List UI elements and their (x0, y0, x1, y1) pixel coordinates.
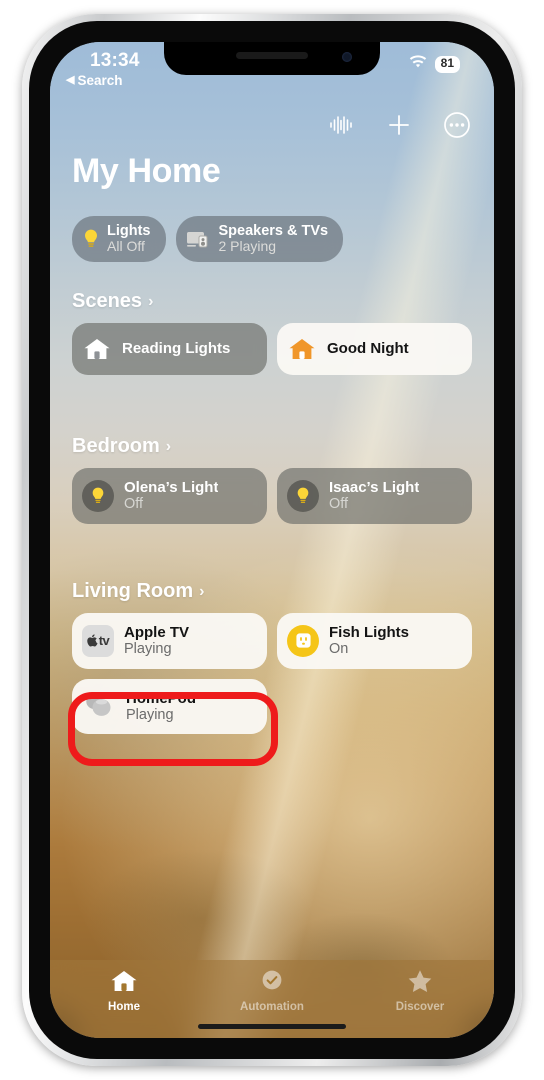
scene-reading-lights-title: Reading Lights (122, 340, 231, 358)
section-bedroom: Bedroom › Olena’s Light Off Isaac’s Ligh… (72, 435, 472, 524)
accessory-olenas-light-title: Olena’s Light (124, 479, 219, 496)
accessory-isaacs-light[interactable]: Isaac’s Light Off (277, 468, 472, 524)
section-header-bedroom[interactable]: Bedroom › (72, 435, 472, 458)
apple-tv-wordmark: tv (98, 633, 110, 649)
front-camera (342, 52, 352, 62)
house-icon (82, 336, 112, 362)
card-row-living-room-2: HomePod Playing (72, 678, 472, 735)
tab-discover-label: Discover (395, 1001, 445, 1013)
accessory-apple-tv-status: Playing (124, 641, 172, 658)
chevron-right-icon: › (199, 582, 205, 600)
section-living-room: Living Room › tv Apple TV Playing Fish L… (72, 580, 472, 735)
accessory-isaacs-light-title: Isaac’s Light (329, 479, 420, 496)
tab-automation[interactable]: Automation (198, 968, 346, 1013)
scene-good-night-title: Good Night (327, 340, 409, 358)
section-header-living-room[interactable]: Living Room › (72, 580, 472, 603)
section-title-bedroom: Bedroom (72, 435, 160, 457)
accessory-isaacs-light-status: Off (329, 496, 349, 513)
accessory-fish-lights[interactable]: Fish Lights On (277, 613, 472, 669)
apple-tv-icon: tv (82, 624, 114, 657)
status-pill-row: Lights All Off Speakers & TVs 2 Playing (72, 216, 344, 262)
plus-icon[interactable] (384, 110, 414, 140)
status-pill-lights-title: Lights (107, 223, 151, 239)
outlet-icon (287, 624, 319, 657)
card-row-scenes: Reading Lights Good Night (72, 323, 472, 375)
status-pill-lights-subtitle: All Off (107, 238, 145, 255)
lightbulb-icon (82, 228, 100, 250)
lightbulb-icon (287, 479, 319, 512)
home-indicator[interactable] (198, 1024, 346, 1029)
accessory-apple-tv[interactable]: tv Apple TV Playing (72, 613, 267, 669)
tab-automation-label: Automation (240, 1001, 304, 1013)
accessory-olenas-light[interactable]: Olena’s Light Off (72, 468, 267, 524)
card-row-living-room-1: tv Apple TV Playing Fish Lights On (72, 613, 472, 669)
status-pill-speakers-tvs[interactable]: Speakers & TVs 2 Playing (175, 216, 344, 262)
home-content: My Home Lights All Off Speakers & TVs 2 … (50, 42, 494, 1038)
tab-home[interactable]: Home (50, 968, 198, 1013)
waveform-icon[interactable] (326, 110, 356, 140)
speakers-tv-icon (186, 228, 212, 250)
status-indicators: 81 (409, 55, 460, 74)
battery-indicator: 81 (434, 56, 460, 73)
scene-good-night[interactable]: Good Night (277, 323, 472, 375)
section-title-scenes: Scenes (72, 290, 143, 312)
accessory-homepod[interactable]: HomePod Playing (72, 678, 267, 735)
tab-home-label: Home (108, 1001, 140, 1013)
card-row-bedroom: Olena’s Light Off Isaac’s Light Off (72, 468, 472, 524)
tab-discover[interactable]: Discover (346, 968, 494, 1013)
notch (164, 42, 380, 75)
accessory-homepod-status: Playing (126, 706, 174, 723)
status-time: 13:34 (90, 50, 140, 71)
section-scenes: Scenes › Reading Lights Good Night (72, 290, 472, 375)
status-pill-lights[interactable]: Lights All Off (72, 216, 166, 262)
house-icon (109, 968, 139, 999)
accessory-fish-lights-title: Fish Lights (329, 624, 409, 641)
house-icon (287, 336, 317, 362)
toolbar (326, 110, 472, 140)
clock-check-icon (258, 968, 286, 999)
homepod-icon (82, 692, 116, 720)
phone-frame: 13:34 ◀ Search 81 My Home Lights All Off… (22, 14, 522, 1066)
accessory-olenas-light-status: Off (124, 496, 144, 513)
back-to-search-label: Search (77, 73, 123, 88)
status-pill-speakers-subtitle: 2 Playing (218, 238, 277, 255)
scene-reading-lights[interactable]: Reading Lights (72, 323, 267, 375)
back-chevron-icon: ◀ (66, 74, 75, 86)
section-title-living-room: Living Room (72, 580, 194, 602)
back-to-search-link[interactable]: ◀ Search (66, 73, 123, 88)
section-header-scenes[interactable]: Scenes › (72, 290, 472, 313)
accessory-fish-lights-status: On (329, 641, 349, 658)
accessory-homepod-title: HomePod (126, 689, 197, 707)
phone-screen: 13:34 ◀ Search 81 My Home Lights All Off… (50, 42, 494, 1038)
earpiece-speaker (236, 52, 308, 59)
chevron-right-icon: › (165, 437, 172, 455)
more-options-icon[interactable] (442, 110, 472, 140)
page-title: My Home (72, 152, 221, 190)
wifi-icon (409, 55, 427, 74)
star-icon (406, 968, 434, 999)
status-pill-speakers-title: Speakers & TVs (218, 223, 329, 239)
chevron-right-icon: › (148, 292, 154, 310)
phone-body: 13:34 ◀ Search 81 My Home Lights All Off… (29, 21, 515, 1059)
lightbulb-icon (82, 479, 114, 512)
accessory-apple-tv-title: Apple TV (124, 624, 190, 641)
